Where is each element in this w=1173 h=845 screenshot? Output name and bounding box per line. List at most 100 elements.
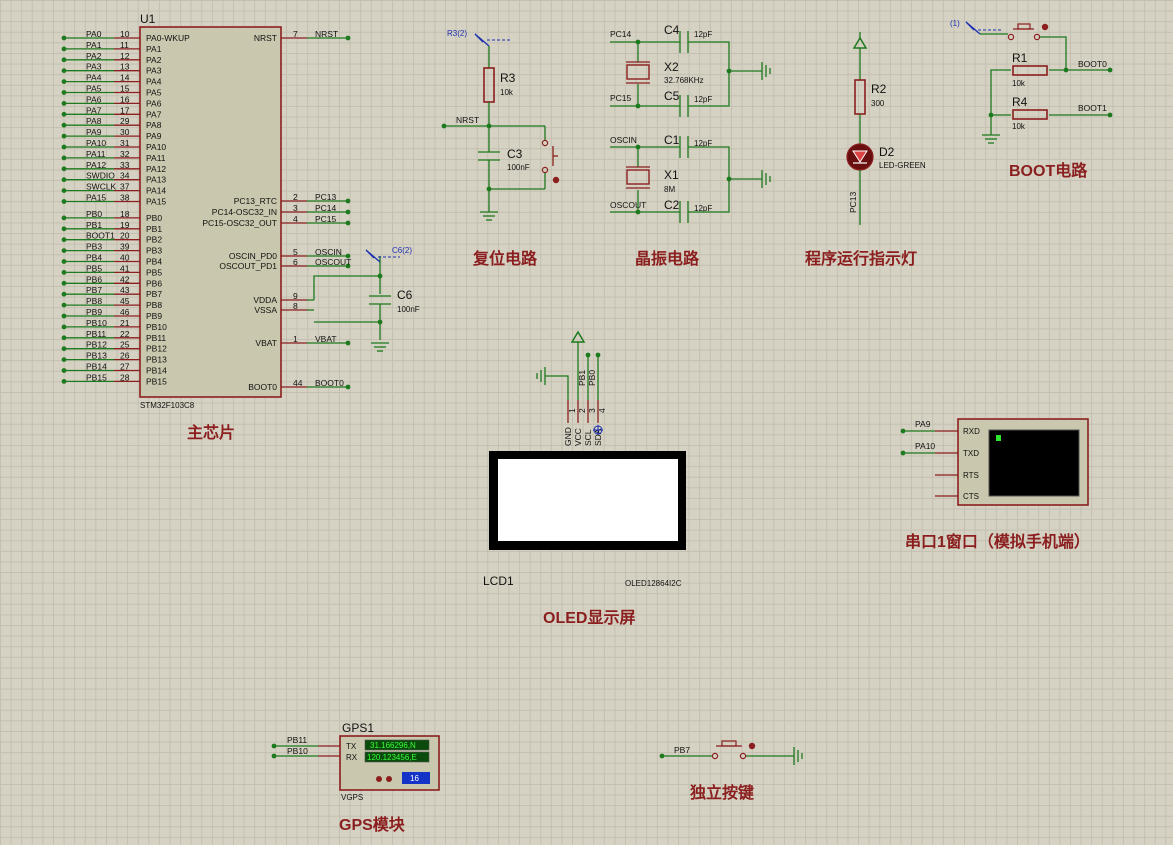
reset-button[interactable] [541, 126, 560, 189]
c5-capacitor[interactable]: C5 12pF [664, 89, 712, 117]
crystal-circuit: PC14 PC15 X2 32.768KHz C4 12pF C5 12pF O… [610, 23, 771, 223]
u1-left-pin-name: PB13 [146, 355, 167, 365]
uart-pin-rts: RTS [963, 471, 979, 480]
oled-pin-name: SCL [583, 429, 593, 446]
x2-ground-icon [761, 62, 771, 80]
boot-probe[interactable]: (1) [950, 19, 1001, 35]
x1-crystal[interactable]: X1 8M [626, 166, 679, 194]
u1-left-pin-name: PA10 [146, 142, 166, 152]
r2-resistor[interactable]: R2 300 [854, 79, 887, 115]
uart-rx-net: PA9 [915, 419, 931, 429]
u1-left-pin-num: 26 [120, 351, 130, 361]
u1-chip[interactable]: U1 PA0 10 PA0-WKUPPA1 11 PA1PA2 12 PA2PA3 13 PA3… [61, 12, 352, 410]
u1-left-net: PA1 [86, 40, 102, 50]
c3-capacitor[interactable]: C3 100nF [478, 147, 530, 172]
u1-left-net: PA15 [86, 193, 106, 203]
boot-ground-icon [982, 134, 1000, 144]
u1-left-pin-name: PA13 [146, 175, 166, 185]
c6-capacitor[interactable]: C6 100nF [369, 288, 420, 322]
oled-display[interactable] [489, 451, 686, 550]
uart-pin-txd: TXD [963, 449, 979, 458]
u1-left-net: PA10 [86, 138, 106, 148]
u1-right-net: PC13 [315, 192, 337, 202]
uart-caption: 串口1窗口（模拟手机端） [905, 532, 1090, 551]
gps-part: VGPS [341, 793, 363, 802]
d2-value: LED-GREEN [879, 161, 926, 170]
oled-pins: 1 GND 2 VCC 3 SCL4SDA [563, 400, 607, 446]
u1-left-pin-num: 39 [120, 242, 130, 252]
r4-resistor[interactable]: R4 10k [1012, 95, 1048, 131]
u1-left-net: PA5 [86, 84, 102, 94]
uart-tx-net: PA10 [915, 441, 935, 451]
u1-right-net: PC14 [315, 203, 337, 213]
r3-resistor[interactable]: R3 10k [483, 67, 516, 103]
u1-left-net: PB15 [86, 372, 107, 382]
c2-capacitor[interactable]: C2 12pF [664, 198, 712, 223]
u1-left-net: PA2 [86, 51, 102, 61]
oled-pin[interactable]: 4SDA [593, 400, 607, 446]
u1-left-pin-num: 46 [120, 307, 130, 317]
u1-left-pin-name: PB15 [146, 376, 167, 386]
u1-left-pin-num: 21 [120, 318, 130, 328]
u1-left-pin-num: 40 [120, 253, 130, 263]
gps-rx-net: PB10 [287, 746, 308, 756]
schematic-canvas[interactable]: U1 PA0 10 PA0-WKUPPA1 11 PA1PA2 12 PA2PA3 13 PA3… [0, 0, 1173, 845]
u1-left-net: PB7 [86, 285, 102, 295]
r1-ref: R1 [1012, 51, 1028, 65]
c6-ground-icon [371, 342, 389, 352]
u1-left-pin-num: 41 [120, 263, 130, 273]
c1-capacitor[interactable]: C1 12pF [664, 133, 712, 158]
gps-pin-rx: RX [346, 753, 358, 762]
gps-caption: GPS模块 [339, 815, 406, 834]
u1-left-net: PB11 [86, 329, 106, 339]
u1-left-pin-name: PA8 [146, 120, 162, 130]
u1-left-net: PA11 [86, 149, 106, 159]
gps-lat: 31.166296,N [370, 741, 416, 750]
led-power-icon [852, 32, 868, 49]
c4-capacitor[interactable]: C4 12pF [664, 23, 712, 53]
key-net: PB7 [674, 745, 690, 755]
u1-left-net: PB5 [86, 263, 102, 273]
u1-left-pin-num: 22 [120, 329, 130, 339]
reset-circuit: R3(2) R3 10k NRST C3 100nF [441, 29, 560, 221]
r3-value: 10k [500, 88, 514, 97]
r1-resistor[interactable]: R1 10k [1012, 51, 1048, 88]
oled-ground-icon [536, 367, 546, 385]
r3-probe-label: R3(2) [447, 29, 467, 38]
c3-ref: C3 [507, 147, 523, 161]
u1-right-pin-name: VBAT [255, 338, 277, 348]
u1-left-pin-name: PA6 [146, 98, 162, 108]
c6-probe[interactable]: C6(2) [365, 246, 412, 263]
u1-right-pin-name: VDDA [253, 295, 277, 305]
u1-left-pin-name: PB2 [146, 235, 162, 245]
gps-count: 16 [410, 774, 419, 783]
u1-right-pin-name: PC15-OSC32_OUT [202, 218, 277, 228]
u1-left-net: PB0 [86, 209, 102, 219]
u1-right-pin-name: PC13_RTC [234, 196, 277, 206]
c6-probe-label: C6(2) [392, 246, 412, 255]
u1-left-pin-num: 42 [120, 274, 130, 284]
u1-right-net: OSCOUT [315, 257, 351, 267]
key-circuit: PB7 [659, 740, 803, 765]
pc14-net-label: PC14 [610, 29, 632, 39]
u1-left-net: PB1 [86, 220, 102, 230]
u1-left-pin-num: 15 [120, 84, 130, 94]
u1-right-pin-name: BOOT0 [248, 382, 277, 392]
u1-left-pin-num: 43 [120, 285, 130, 295]
d2-led[interactable]: D2 LED-GREEN [846, 143, 926, 171]
u1-right-pin-num: 1 [293, 334, 298, 344]
uart-screen[interactable] [988, 429, 1080, 497]
u1-left-pin-name: PA0-WKUP [146, 33, 190, 43]
u1-caption: 主芯片 [187, 423, 235, 442]
u1-left-net: BOOT1 [86, 231, 115, 241]
r1-value: 10k [1012, 79, 1026, 88]
reset-ground-icon [480, 211, 498, 221]
u1-right-pin-num: 44 [293, 378, 303, 388]
u1-left-pin-num: 14 [120, 73, 130, 83]
u1-left-pin-name: PB5 [146, 267, 162, 277]
oled-caption: OLED显示屏 [543, 609, 635, 627]
x2-crystal[interactable]: X2 32.768KHz [626, 60, 704, 85]
r3-probe[interactable]: R3(2) [447, 29, 510, 47]
uart-pin-rxd: RXD [963, 427, 980, 436]
gps-tx-net: PB11 [287, 735, 307, 745]
